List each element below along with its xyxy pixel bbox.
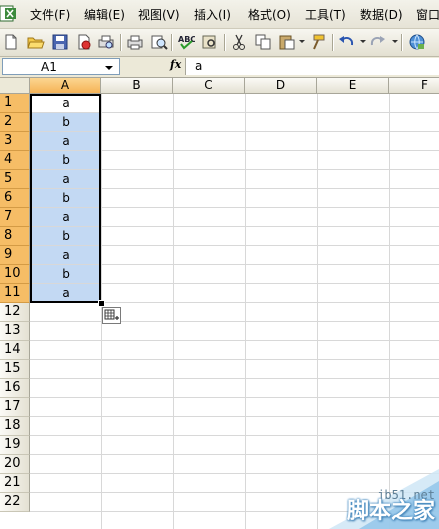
select-all-corner[interactable] xyxy=(0,78,30,94)
column-header-b[interactable]: B xyxy=(101,78,173,94)
menu-format[interactable]: 格式(O) xyxy=(248,6,291,23)
menu-view[interactable]: 视图(V) xyxy=(138,6,180,23)
formula-input[interactable]: a xyxy=(185,58,439,75)
grid-line xyxy=(389,94,390,529)
save-icon[interactable] xyxy=(51,33,69,51)
menu-data[interactable]: 数据(D) xyxy=(360,6,403,23)
grid-line xyxy=(173,94,174,529)
excel-app-icon[interactable] xyxy=(0,5,16,22)
open-folder-icon[interactable] xyxy=(27,33,45,51)
row-header-9[interactable]: 9 xyxy=(0,246,30,265)
format-painter-icon[interactable] xyxy=(308,33,326,51)
row-header-6[interactable]: 6 xyxy=(0,189,30,208)
grid-line xyxy=(317,94,318,529)
chevron-down-icon[interactable] xyxy=(105,66,113,70)
worksheet-grid[interactable]: A B C D E F 1 2 3 4 5 6 7 8 9 10 11 12 13 14 15 16 17 18 19 20 21 2… xyxy=(0,78,439,529)
menu-edit[interactable]: 编辑(E) xyxy=(84,6,125,23)
name-box[interactable]: A1 xyxy=(2,58,120,75)
row-header-17[interactable]: 17 xyxy=(0,398,30,417)
formula-bar: A1 fx a xyxy=(0,57,439,78)
column-header-e[interactable]: E xyxy=(317,78,389,94)
row-header-20[interactable]: 20 xyxy=(0,455,30,474)
row-header-1[interactable]: 1 xyxy=(0,94,30,113)
name-box-value: A1 xyxy=(41,60,57,74)
grid-line xyxy=(30,321,439,322)
undo-dropdown-arrow[interactable] xyxy=(360,40,366,43)
copy-icon[interactable] xyxy=(254,33,272,51)
grid-line xyxy=(30,454,439,455)
column-header-d[interactable]: D xyxy=(245,78,317,94)
menu-file[interactable]: 文件(F) xyxy=(30,6,70,23)
row-header-11[interactable]: 11 xyxy=(0,284,30,303)
grid-line xyxy=(30,340,439,341)
toolbar-separator xyxy=(120,34,121,51)
row-header-18[interactable]: 18 xyxy=(0,417,30,436)
row-header-14[interactable]: 14 xyxy=(0,341,30,360)
hyperlink-icon[interactable] xyxy=(408,33,426,51)
column-header-c[interactable]: C xyxy=(173,78,245,94)
grid-line xyxy=(30,359,439,360)
redo-dropdown-arrow[interactable] xyxy=(392,40,398,43)
row-header-2[interactable]: 2 xyxy=(0,113,30,132)
auto-fill-options-icon[interactable] xyxy=(102,307,121,324)
new-file-icon[interactable] xyxy=(2,33,20,51)
toolbar-separator xyxy=(332,34,333,51)
row-header-8[interactable]: 8 xyxy=(0,227,30,246)
row-header-5[interactable]: 5 xyxy=(0,170,30,189)
row-header-3[interactable]: 3 xyxy=(0,132,30,151)
row-header-22[interactable]: 22 xyxy=(0,493,30,512)
menu-window[interactable]: 窗口 xyxy=(416,6,439,23)
grid-line xyxy=(30,416,439,417)
research-icon[interactable] xyxy=(201,33,219,51)
formula-value: a xyxy=(195,59,203,73)
column-header-a[interactable]: A xyxy=(30,78,101,94)
grid-line xyxy=(30,378,439,379)
redo-icon[interactable] xyxy=(369,33,387,51)
paste-icon[interactable] xyxy=(278,33,296,51)
svg-text:ABC: ABC xyxy=(178,35,195,44)
menu-insert[interactable]: 插入(I) xyxy=(194,6,231,23)
undo-icon[interactable] xyxy=(337,33,355,51)
watermark-title: 脚本之家 xyxy=(346,499,435,524)
menu-bar: 文件(F) 编辑(E) 视图(V) 插入(I) 格式(O) 工具(T) 数据(D… xyxy=(0,0,439,29)
row-header-7[interactable]: 7 xyxy=(0,208,30,227)
search-icon[interactable] xyxy=(150,33,168,51)
column-header-f[interactable]: F xyxy=(389,78,439,94)
row-header-12[interactable]: 12 xyxy=(0,303,30,322)
fill-handle[interactable] xyxy=(98,300,105,307)
grid-line xyxy=(245,94,246,529)
cut-icon[interactable] xyxy=(230,33,248,51)
print-icon[interactable] xyxy=(126,33,144,51)
toolbar-separator xyxy=(171,34,172,51)
insert-function-icon[interactable]: fx xyxy=(170,58,181,71)
row-header-10[interactable]: 10 xyxy=(0,265,30,284)
watermark: jb51.net 脚本之家 xyxy=(289,469,439,529)
grid-line xyxy=(30,435,439,436)
permission-icon[interactable] xyxy=(75,33,93,51)
standard-toolbar: ABC xyxy=(0,29,439,57)
row-header-21[interactable]: 21 xyxy=(0,474,30,493)
toolbar-separator xyxy=(224,34,225,51)
menu-tools[interactable]: 工具(T) xyxy=(305,6,346,23)
grid-line xyxy=(30,397,439,398)
row-header-19[interactable]: 19 xyxy=(0,436,30,455)
row-header-4[interactable]: 4 xyxy=(0,151,30,170)
row-header-13[interactable]: 13 xyxy=(0,322,30,341)
paste-dropdown-arrow[interactable] xyxy=(299,40,305,43)
spelling-icon[interactable]: ABC xyxy=(177,33,195,51)
print-preview-icon[interactable] xyxy=(97,33,115,51)
row-header-15[interactable]: 15 xyxy=(0,360,30,379)
row-header-16[interactable]: 16 xyxy=(0,379,30,398)
selection-border xyxy=(30,94,101,303)
toolbar-separator xyxy=(401,34,402,51)
